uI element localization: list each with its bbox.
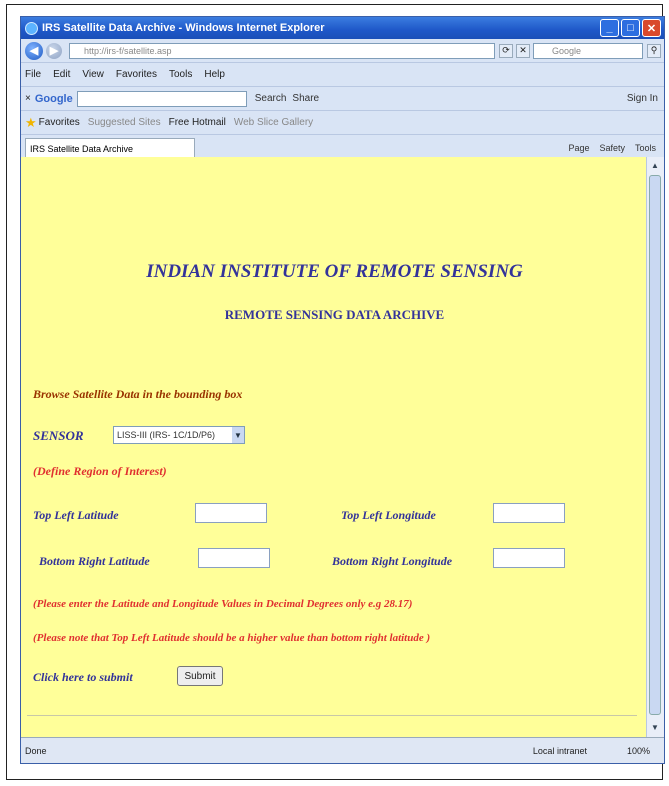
google-search-button[interactable]: Search	[255, 93, 287, 104]
sensor-select[interactable]: LISS-III (IRS- 1C/1D/P6) ▼	[113, 426, 245, 444]
sensor-label: SENSOR	[33, 428, 84, 443]
browse-text: Browse Satellite Data in the bounding bo…	[33, 387, 243, 401]
search-input[interactable]: Google	[533, 42, 643, 59]
browser-window: IRS Satellite Data Archive - Windows Int…	[20, 16, 665, 764]
tab-irs-archive[interactable]: IRS Satellite Data Archive	[25, 138, 195, 158]
address-row: ◀ ▶ http://irs-f/satellite.asp ⟳ ✕ Googl…	[21, 39, 664, 63]
suggested-sites-link[interactable]: Suggested Sites	[88, 117, 161, 128]
page-content: INDIAN INSTITUTE OF REMOTE SENSING REMOT…	[21, 157, 648, 737]
bottom-right-longitude-label: Bottom Right Longitude	[332, 554, 453, 568]
status-bar: Done Local intranet 100%	[21, 737, 664, 763]
roi-text: (Define Region of Interest)	[33, 464, 167, 478]
favorites-button[interactable]: Favorites	[39, 117, 80, 128]
top-left-longitude-input[interactable]	[493, 503, 565, 523]
back-button[interactable]: ◀	[25, 41, 43, 60]
scroll-down-icon[interactable]: ▼	[649, 721, 661, 735]
title-bar: IRS Satellite Data Archive - Windows Int…	[21, 17, 664, 39]
star-icon: ★	[25, 114, 37, 130]
address-bar[interactable]: http://irs-f/satellite.asp	[69, 42, 495, 59]
google-search-input[interactable]	[76, 90, 247, 107]
google-toolbar: × Google Search Share Sign In	[21, 87, 664, 111]
submit-prompt: Click here to submit	[33, 670, 133, 684]
menu-view[interactable]: View	[82, 69, 104, 80]
stop-icon[interactable]: ✕	[516, 43, 530, 58]
top-left-longitude-label: Top Left Longitude	[341, 508, 436, 522]
google-logo: Google	[34, 92, 73, 105]
zoom-level[interactable]: 100%	[627, 746, 650, 756]
search-icon[interactable]: ⚲	[647, 43, 661, 58]
menu-favorites[interactable]: Favorites	[116, 69, 157, 80]
top-left-latitude-input[interactable]	[195, 503, 267, 523]
safety-menu[interactable]: Safety	[599, 143, 625, 153]
vertical-scrollbar[interactable]: ▲ ▼	[646, 157, 664, 737]
submit-button[interactable]: Submit	[177, 666, 223, 686]
close-button[interactable]: ✕	[642, 19, 661, 37]
page-subheading: REMOTE SENSING DATA ARCHIVE	[224, 307, 445, 322]
scroll-up-icon[interactable]: ▲	[649, 159, 661, 173]
page-menu[interactable]: Page	[568, 143, 589, 153]
divider	[27, 715, 637, 716]
note-latitude-order: (Please note that Top Left Latitude shou…	[33, 632, 431, 644]
google-signin-button[interactable]: Sign In	[627, 93, 658, 104]
favorites-bar: ★ Favorites Suggested Sites Free Hotmail…	[21, 111, 664, 135]
bottom-right-latitude-input[interactable]	[198, 548, 270, 568]
bottom-right-latitude-label: Bottom Right Latitude	[39, 554, 150, 568]
page-heading: INDIAN INSTITUTE OF REMOTE SENSING	[146, 261, 523, 282]
google-share-button[interactable]: Share	[292, 93, 319, 104]
ie-icon	[25, 21, 38, 35]
top-left-latitude-label: Top Left Latitude	[33, 508, 119, 522]
refresh-icon[interactable]: ⟳	[499, 43, 513, 58]
chevron-down-icon[interactable]: ▼	[232, 427, 244, 443]
note-decimal-degrees: (Please enter the Latitude and Longitude…	[33, 598, 413, 610]
web-slice-gallery-link[interactable]: Web Slice Gallery	[234, 117, 313, 128]
status-text: Done	[25, 745, 47, 756]
command-bar: Page Safety Tools	[558, 138, 664, 158]
security-zone: Local intranet	[532, 745, 587, 756]
menu-file[interactable]: File	[25, 69, 41, 80]
menu-bar: File Edit View Favorites Tools Help	[21, 63, 664, 87]
sensor-select-value: LISS-III (IRS- 1C/1D/P6)	[117, 430, 216, 440]
menu-tools[interactable]: Tools	[169, 69, 192, 80]
forward-button[interactable]: ▶	[46, 42, 62, 59]
minimize-button[interactable]: _	[600, 19, 619, 37]
free-hotmail-link[interactable]: Free Hotmail	[169, 117, 226, 128]
tab-row: IRS Satellite Data Archive Page Safety T…	[21, 135, 664, 159]
window-title: IRS Satellite Data Archive - Windows Int…	[42, 22, 325, 34]
tools-menu[interactable]: Tools	[635, 143, 656, 153]
scroll-thumb[interactable]	[649, 175, 661, 715]
bottom-right-longitude-input[interactable]	[493, 548, 565, 568]
menu-edit[interactable]: Edit	[53, 69, 70, 80]
close-toolbar-icon[interactable]: ×	[25, 93, 31, 104]
maximize-button[interactable]: □	[621, 19, 640, 37]
menu-help[interactable]: Help	[204, 69, 225, 80]
